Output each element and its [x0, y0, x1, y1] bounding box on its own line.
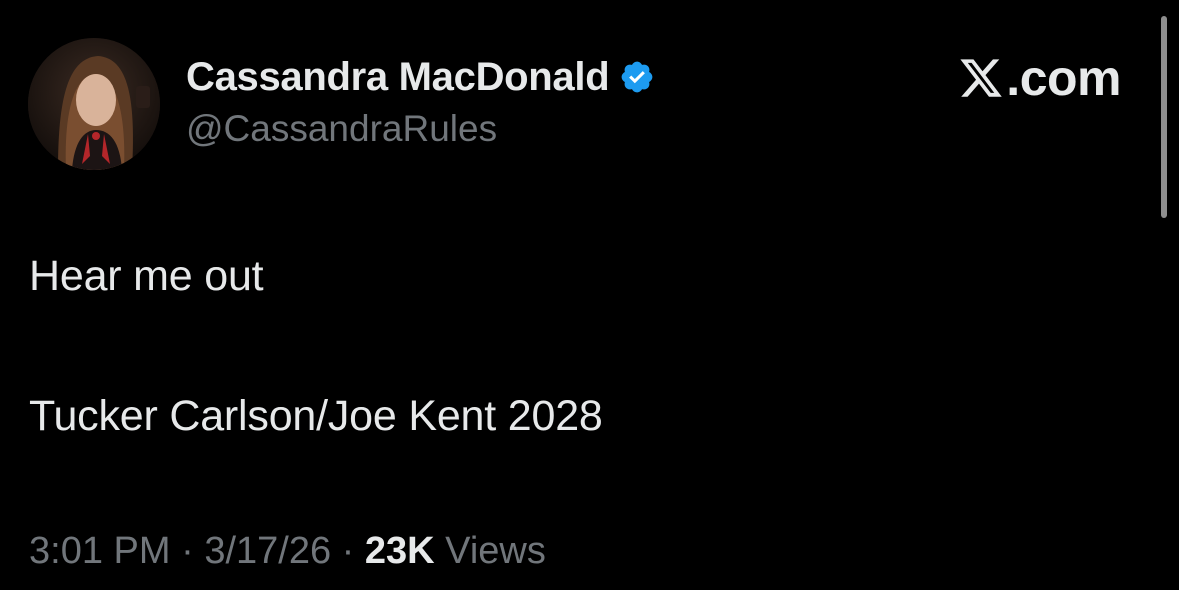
tweet-text-line-1: Hear me out: [29, 252, 264, 300]
tweet-date[interactable]: 3/17/26: [204, 530, 331, 572]
x-logo-icon: [958, 55, 1004, 101]
display-name[interactable]: Cassandra MacDonald: [186, 55, 610, 100]
brand-domain-text: .com: [1006, 50, 1121, 106]
views-label: Views: [445, 530, 546, 572]
scrollbar[interactable]: [1161, 16, 1167, 218]
tweet-time[interactable]: 3:01 PM: [29, 530, 171, 572]
author-handle[interactable]: @CassandraRules: [186, 108, 497, 150]
avatar[interactable]: [28, 38, 160, 170]
tweet-meta: 3:01 PM · 3/17/26 · 23K Views: [29, 530, 546, 573]
x-com-brand: .com: [958, 48, 1121, 108]
views-count[interactable]: 23K: [365, 530, 435, 572]
author-name-row[interactable]: Cassandra MacDonald: [186, 52, 655, 102]
verified-badge-icon: [619, 59, 655, 95]
meta-separator: ·: [181, 530, 194, 572]
tweet-text-line-2: Tucker Carlson/Joe Kent 2028: [29, 392, 603, 440]
meta-separator: ·: [341, 530, 355, 572]
profile-photo: [28, 38, 160, 170]
